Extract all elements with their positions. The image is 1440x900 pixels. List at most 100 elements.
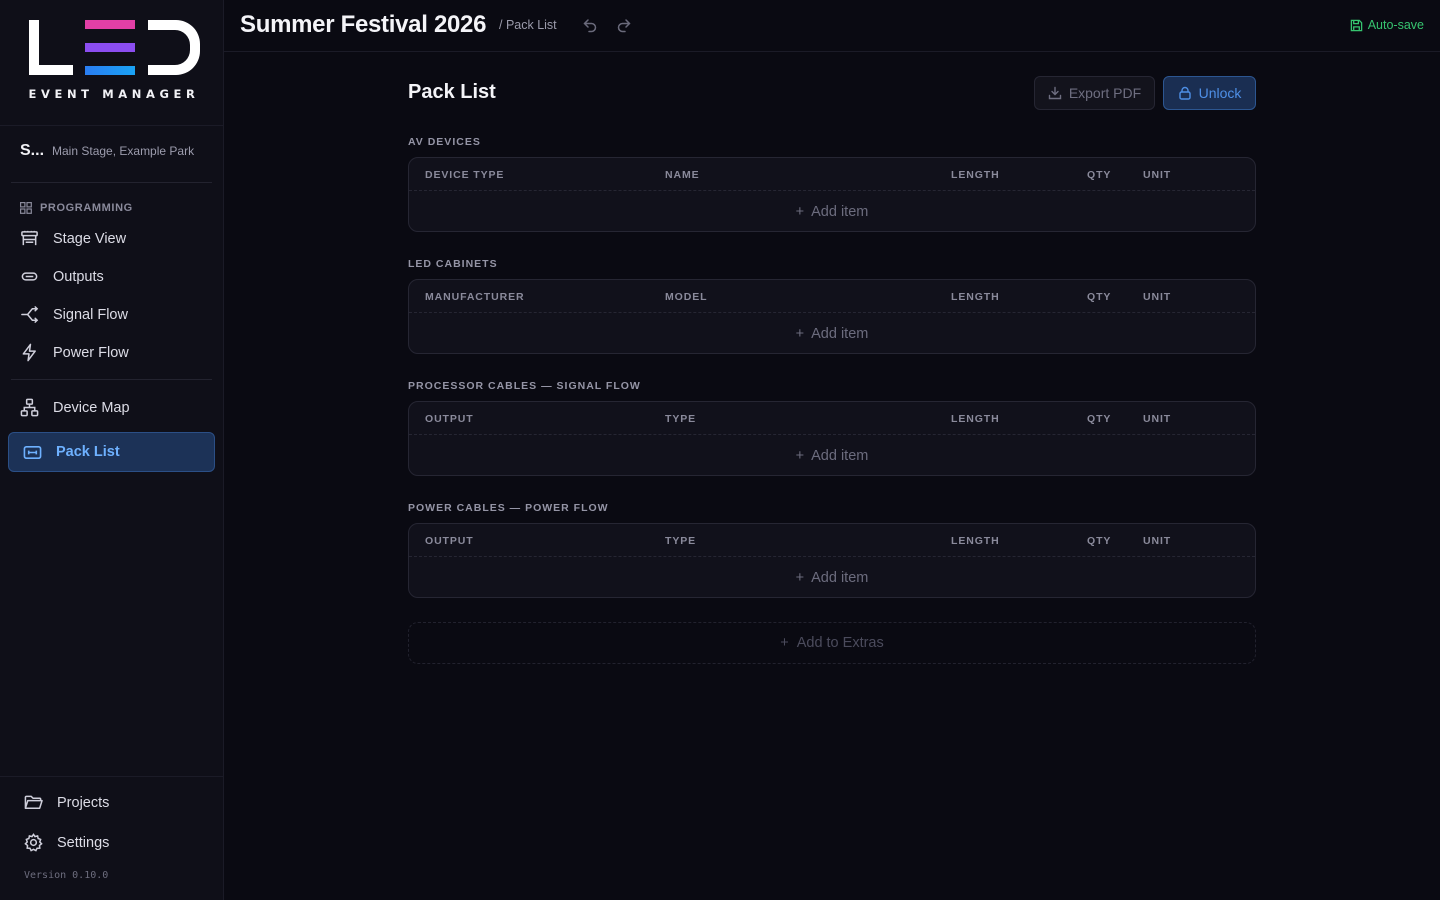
project-venue: Main Stage, Example Park bbox=[52, 144, 195, 158]
column-header: UNIT bbox=[1143, 291, 1172, 303]
column-header: LENGTH bbox=[951, 291, 1000, 303]
project-name: S... bbox=[20, 142, 45, 159]
plus-icon: + bbox=[780, 635, 789, 651]
gear-icon bbox=[24, 833, 43, 852]
column-header: QTY bbox=[1087, 291, 1112, 303]
sidebar-item-label: Signal Flow bbox=[53, 306, 128, 323]
plus-icon: + bbox=[795, 569, 805, 586]
top-bar: Summer Festival 2026 / Pack List Auto-sa… bbox=[224, 0, 1440, 52]
divider bbox=[11, 182, 212, 183]
lock-icon bbox=[1178, 86, 1191, 100]
undo-icon[interactable] bbox=[581, 16, 599, 34]
sidebar-item-label: Device Map bbox=[53, 399, 130, 416]
add-item-button[interactable]: + Add item bbox=[409, 557, 1255, 597]
unlock-button[interactable]: Unlock bbox=[1163, 76, 1256, 110]
column-header: NAME bbox=[665, 169, 700, 181]
sidebar-item-label: Outputs bbox=[53, 268, 104, 285]
autosave-indicator: Auto-save bbox=[1350, 18, 1424, 32]
sidebar-item-projects[interactable]: Projects bbox=[24, 793, 109, 812]
add-item-label: Add item bbox=[811, 569, 869, 586]
add-item-label: Add item bbox=[811, 447, 869, 464]
add-item-button[interactable]: + Add item bbox=[409, 435, 1255, 475]
section-label-av-devices: AV DEVICES bbox=[408, 136, 481, 148]
export-pdf-button[interactable]: Export PDF bbox=[1034, 76, 1155, 110]
column-header: DEVICE TYPE bbox=[425, 169, 505, 181]
column-header: UNIT bbox=[1143, 413, 1172, 425]
plus-icon: + bbox=[795, 203, 805, 220]
column-header: LENGTH bbox=[951, 169, 1000, 181]
column-header: MODEL bbox=[665, 291, 708, 303]
column-header: LENGTH bbox=[951, 535, 1000, 547]
outputs-icon bbox=[21, 272, 38, 281]
sidebar-item-pack-list[interactable]: Pack List bbox=[8, 432, 215, 472]
processor-cables-table: OUTPUT TYPE LENGTH QTY UNIT + Add item bbox=[408, 401, 1256, 476]
signal-flow-icon bbox=[21, 306, 39, 323]
nav-group-programming: PROGRAMMING bbox=[20, 202, 133, 214]
plus-icon: + bbox=[795, 447, 805, 464]
device-map-icon bbox=[20, 398, 39, 417]
section-label-power-cables: POWER CABLES — POWER FLOW bbox=[408, 502, 609, 514]
led-cabinets-table: MANUFACTURER MODEL LENGTH QTY UNIT + Add… bbox=[408, 279, 1256, 354]
breadcrumb[interactable]: / Pack List bbox=[499, 18, 557, 32]
export-pdf-label: Export PDF bbox=[1068, 85, 1142, 101]
column-header: OUTPUT bbox=[425, 413, 474, 425]
led-logo-icon bbox=[29, 20, 200, 75]
sidebar-item-label: Power Flow bbox=[53, 344, 129, 361]
column-header: TYPE bbox=[665, 413, 697, 425]
column-header: TYPE bbox=[665, 535, 697, 547]
redo-icon[interactable] bbox=[615, 16, 633, 34]
sidebar-item-device-map[interactable]: Device Map bbox=[20, 398, 130, 417]
grid-icon bbox=[20, 202, 32, 214]
sidebar-item-label: Projects bbox=[57, 794, 110, 811]
app-logo: EVENT MANAGER bbox=[0, 0, 223, 126]
divider bbox=[0, 776, 223, 777]
save-icon bbox=[1350, 19, 1362, 31]
folder-icon bbox=[24, 795, 43, 809]
add-item-label: Add item bbox=[811, 203, 869, 220]
sidebar-item-label: Stage View bbox=[53, 230, 127, 247]
project-selector[interactable]: S... Main Stage, Example Park bbox=[20, 142, 194, 160]
plus-icon: + bbox=[795, 325, 805, 342]
divider bbox=[11, 379, 212, 380]
add-to-extras-button[interactable]: + Add to Extras bbox=[408, 622, 1256, 664]
sidebar: EVENT MANAGER S... Main Stage, Example P… bbox=[0, 0, 224, 900]
column-header: UNIT bbox=[1143, 535, 1172, 547]
download-icon bbox=[1048, 86, 1062, 100]
column-header: LENGTH bbox=[951, 413, 1000, 425]
sidebar-item-signal-flow[interactable]: Signal Flow bbox=[20, 305, 128, 324]
sidebar-item-stage-view[interactable]: Stage View bbox=[20, 229, 126, 248]
table-header: OUTPUT TYPE LENGTH QTY UNIT bbox=[409, 524, 1255, 557]
section-title: Pack List bbox=[408, 81, 496, 103]
column-header: MANUFACTURER bbox=[425, 291, 525, 303]
add-to-extras-label: Add to Extras bbox=[796, 635, 884, 651]
column-header: QTY bbox=[1087, 169, 1112, 181]
column-header: QTY bbox=[1087, 413, 1112, 425]
table-header: DEVICE TYPE NAME LENGTH QTY UNIT bbox=[409, 158, 1255, 191]
page-title: Summer Festival 2026 bbox=[240, 11, 487, 38]
section-label-processor-cables: PROCESSOR CABLES — SIGNAL FLOW bbox=[408, 380, 641, 392]
column-header: QTY bbox=[1087, 535, 1112, 547]
table-header: OUTPUT TYPE LENGTH QTY UNIT bbox=[409, 402, 1255, 435]
sidebar-item-label: Settings bbox=[57, 834, 110, 851]
nav-group-label: PROGRAMMING bbox=[40, 202, 133, 214]
stage-icon bbox=[21, 230, 38, 246]
column-header: UNIT bbox=[1143, 169, 1172, 181]
unlock-label: Unlock bbox=[1198, 85, 1242, 101]
autosave-label: Auto-save bbox=[1367, 18, 1424, 32]
column-header: OUTPUT bbox=[425, 535, 474, 547]
sidebar-item-outputs[interactable]: Outputs bbox=[20, 267, 104, 286]
sidebar-item-settings[interactable]: Settings bbox=[24, 833, 109, 852]
add-item-label: Add item bbox=[811, 325, 869, 342]
add-item-button[interactable]: + Add item bbox=[409, 313, 1255, 353]
add-item-button[interactable]: + Add item bbox=[409, 191, 1255, 231]
power-flow-icon bbox=[22, 343, 36, 362]
pack-list-icon bbox=[23, 445, 42, 459]
av-devices-table: DEVICE TYPE NAME LENGTH QTY UNIT + Add i… bbox=[408, 157, 1256, 232]
section-label-led-cabinets: LED CABINETS bbox=[408, 258, 498, 270]
app-tagline: EVENT MANAGER bbox=[28, 87, 200, 101]
power-cables-table: OUTPUT TYPE LENGTH QTY UNIT + Add item bbox=[408, 523, 1256, 598]
sidebar-item-power-flow[interactable]: Power Flow bbox=[20, 343, 129, 362]
app-version: Version 0.10.0 bbox=[24, 870, 109, 881]
table-header: MANUFACTURER MODEL LENGTH QTY UNIT bbox=[409, 280, 1255, 313]
sidebar-item-label: Pack List bbox=[56, 444, 120, 460]
